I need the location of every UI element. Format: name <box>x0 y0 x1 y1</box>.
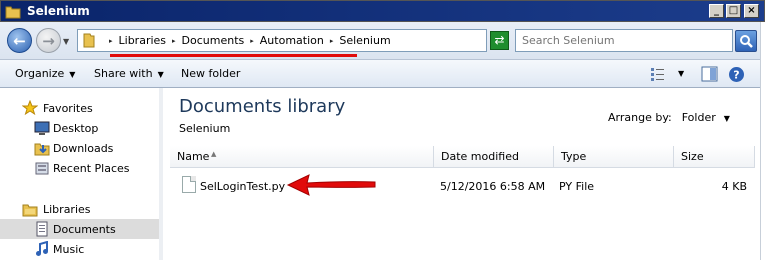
maximize-button[interactable]: □ <box>726 4 741 18</box>
forward-button[interactable]: → <box>36 28 61 53</box>
organize-menu[interactable]: Organize ▼ <box>15 67 75 80</box>
share-with-label: Share with <box>94 67 153 80</box>
desktop-icon <box>34 121 50 135</box>
breadcrumb-automation[interactable]: Automation <box>260 34 324 47</box>
arrange-by-value[interactable]: Folder <box>682 111 716 124</box>
chevron-down-icon: ▼ <box>69 70 76 79</box>
annotation-underline <box>110 54 357 57</box>
view-dropdown-icon[interactable]: ▼ <box>678 69 684 78</box>
sidebar-item-documents[interactable]: Documents <box>0 219 160 239</box>
svg-text:?: ? <box>733 69 739 82</box>
chevron-right-icon[interactable]: ▸ <box>250 37 254 45</box>
search-input[interactable] <box>516 30 716 50</box>
view-options-icon[interactable] <box>650 66 666 82</box>
arrange-by-label: Arrange by: <box>608 111 672 124</box>
sidebar-item-music[interactable]: Music <box>0 239 160 259</box>
navigation-pane: Favorites Desktop Downloads Recent Place… <box>0 88 160 260</box>
sidebar-item-label: Documents <box>53 223 116 236</box>
column-header-name[interactable]: Name ▲ <box>170 146 434 168</box>
sidebar-item-label: Music <box>53 243 85 256</box>
file-icon <box>182 176 196 193</box>
column-header-type[interactable]: Type <box>554 146 674 168</box>
arrange-by: Arrange by: Folder ▼ <box>608 111 730 124</box>
search-button[interactable] <box>735 30 757 52</box>
column-header-size[interactable]: Size <box>674 146 755 168</box>
chevron-right-icon[interactable]: ▸ <box>330 37 334 45</box>
organize-label: Organize <box>15 67 65 80</box>
column-header-label: Date modified <box>441 150 519 163</box>
libraries-icon <box>22 204 38 217</box>
sort-ascending-icon: ▲ <box>211 150 217 158</box>
sidebar-item-desktop[interactable]: Desktop <box>0 118 160 138</box>
history-dropdown-icon[interactable]: ▼ <box>63 37 69 46</box>
breadcrumb-libraries[interactable]: Libraries <box>119 34 167 47</box>
sidebar-item-recent-places[interactable]: Recent Places <box>0 158 160 178</box>
refresh-button[interactable]: ⇄ <box>490 31 509 50</box>
column-header-label: Type <box>561 150 587 163</box>
address-bar[interactable]: ▸ Libraries ▸ Documents ▸ Automation ▸ S… <box>77 29 552 52</box>
page-title: Documents library <box>179 96 346 117</box>
file-date-modified: 5/12/2016 6:58 AM <box>440 180 546 193</box>
sidebar-item-label: Libraries <box>43 203 91 216</box>
library-subtitle: Selenium <box>179 122 231 135</box>
column-header-label: Size <box>681 150 704 163</box>
sidebar-item-libraries[interactable]: Libraries <box>0 199 160 219</box>
command-toolbar: Organize ▼ Share with ▼ New folder ▼ ? <box>0 60 765 88</box>
sidebar-item-downloads[interactable]: Downloads <box>0 138 160 158</box>
recent-places-icon <box>35 162 49 175</box>
file-name[interactable]: SelLoginTest.py <box>200 180 285 193</box>
sidebar-item-label: Favorites <box>43 102 93 115</box>
table-row[interactable]: SelLoginTest.py 5/12/2016 6:58 AM PY Fil… <box>170 173 755 197</box>
minimize-button[interactable]: _ <box>709 4 724 18</box>
sidebar-item-label: Recent Places <box>53 162 130 175</box>
annotation-arrow <box>286 174 376 196</box>
close-button[interactable]: × <box>744 4 759 18</box>
folder-icon <box>83 33 95 48</box>
file-type: PY File <box>559 180 595 193</box>
chevron-down-icon: ▼ <box>157 70 164 79</box>
sidebar-item-label: Desktop <box>53 122 99 135</box>
share-with-menu[interactable]: Share with ▼ <box>94 67 164 80</box>
documents-icon <box>36 221 48 237</box>
file-size: 4 KB <box>721 180 747 193</box>
star-icon <box>22 100 38 116</box>
column-header-date-modified[interactable]: Date modified <box>434 146 554 168</box>
chevron-down-icon[interactable]: ▼ <box>724 114 730 123</box>
chevron-right-icon[interactable]: ▸ <box>109 37 113 45</box>
sidebar-item-label: Downloads <box>53 142 114 155</box>
folder-icon <box>5 6 21 19</box>
title-bar: Selenium _ □ × <box>0 0 765 22</box>
chevron-right-icon[interactable]: ▸ <box>172 37 176 45</box>
column-header-label: Name <box>177 150 210 163</box>
breadcrumb-selenium[interactable]: Selenium <box>339 34 390 47</box>
help-icon[interactable]: ? <box>728 66 745 83</box>
new-folder-button[interactable]: New folder <box>181 67 240 80</box>
sidebar-item-favorites[interactable]: Favorites <box>0 98 160 118</box>
window-title: Selenium <box>27 4 90 18</box>
downloads-icon <box>34 143 50 156</box>
back-arrow-icon: ← <box>13 32 26 50</box>
navigation-scrollbar[interactable] <box>159 88 163 260</box>
search-icon <box>740 35 753 48</box>
back-button[interactable]: ← <box>7 28 32 53</box>
music-icon <box>36 241 48 256</box>
forward-arrow-icon: → <box>42 32 55 50</box>
breadcrumb-documents[interactable]: Documents <box>182 34 245 47</box>
window-border <box>760 22 765 260</box>
preview-pane-icon[interactable] <box>701 66 718 82</box>
refresh-icon: ⇄ <box>494 33 505 47</box>
breadcrumb: ▸ Libraries ▸ Documents ▸ Automation ▸ S… <box>103 34 391 47</box>
search-box <box>515 29 733 52</box>
